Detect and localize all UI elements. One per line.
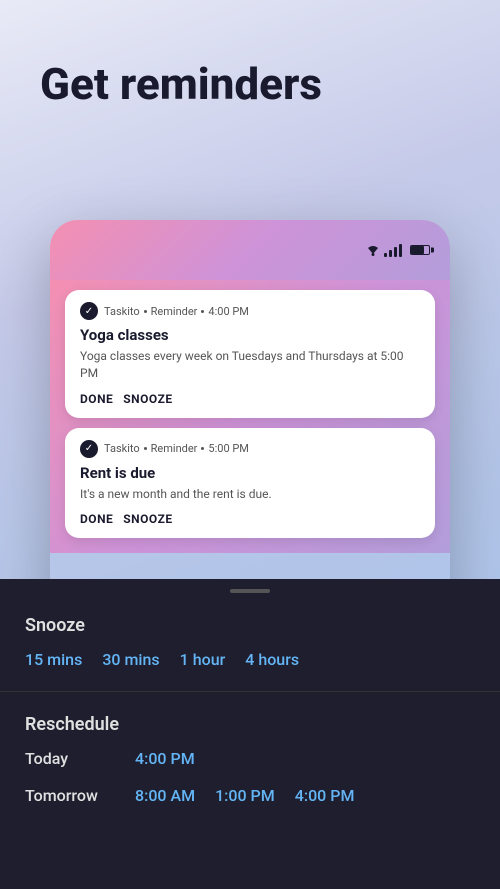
reschedule-times-tomorrow: 8:00 AM 1:00 PM 4:00 PM [135, 786, 354, 805]
wifi-icon [366, 244, 380, 256]
notification-card: ✓ Taskito Reminder 4:00 PM Yoga classes … [65, 290, 435, 418]
snooze-button[interactable]: SNOOZE [123, 512, 172, 526]
snooze-button[interactable]: SNOOZE [123, 392, 172, 406]
snooze-1hour[interactable]: 1 hour [180, 650, 226, 669]
done-button[interactable]: DONE [80, 512, 113, 526]
notification-header: ✓ Taskito Reminder 4:00 PM [80, 302, 420, 320]
notification-actions: DONE SNOOZE [80, 392, 420, 406]
notification-meta: Taskito Reminder 5:00 PM [104, 442, 249, 455]
tomorrow-time-2[interactable]: 1:00 PM [215, 786, 275, 805]
today-time-1[interactable]: 4:00 PM [135, 749, 195, 768]
notification-body: Yoga classes every week on Tuesdays and … [80, 348, 420, 382]
reschedule-row-tomorrow: Tomorrow 8:00 AM 1:00 PM 4:00 PM [25, 786, 475, 805]
tomorrow-time-3[interactable]: 4:00 PM [295, 786, 355, 805]
notif-type: Reminder [151, 442, 198, 455]
snooze-4hours[interactable]: 4 hours [245, 650, 299, 669]
snooze-15mins[interactable]: 15 mins [25, 650, 82, 669]
notification-body: It's a new month and the rent is due. [80, 486, 420, 503]
notification-title: Yoga classes [80, 326, 420, 344]
notification-actions: DONE SNOOZE [80, 512, 420, 526]
check-icon: ✓ [80, 440, 98, 458]
reschedule-day-tomorrow: Tomorrow [25, 786, 135, 805]
snooze-options: 15 mins 30 mins 1 hour 4 hours [25, 650, 475, 669]
snooze-title: Snooze [25, 615, 475, 636]
done-button[interactable]: DONE [80, 392, 113, 406]
tomorrow-time-1[interactable]: 8:00 AM [135, 786, 195, 805]
reschedule-times-today: 4:00 PM [135, 749, 195, 768]
notif-time: 4:00 PM [208, 305, 248, 318]
signal-icon [384, 243, 402, 257]
app-name: Taskito [104, 442, 140, 455]
notification-card: ✓ Taskito Reminder 5:00 PM Rent is due I… [65, 428, 435, 539]
reschedule-day-today: Today [25, 749, 135, 768]
snooze-section: Snooze 15 mins 30 mins 1 hour 4 hours [0, 603, 500, 681]
reschedule-title: Reschedule [25, 714, 475, 735]
notification-meta: Taskito Reminder 4:00 PM [104, 305, 249, 318]
header: Get reminders [0, 0, 500, 128]
notification-title: Rent is due [80, 464, 420, 482]
battery-icon [410, 245, 430, 255]
app-name: Taskito [104, 305, 140, 318]
notifications-area: ✓ Taskito Reminder 4:00 PM Yoga classes … [50, 280, 450, 553]
page-title: Get reminders [40, 60, 460, 108]
notif-type: Reminder [151, 305, 198, 318]
status-icons [366, 243, 430, 257]
section-divider [0, 691, 500, 692]
sheet-handle [230, 589, 270, 593]
reschedule-row-today: Today 4:00 PM [25, 749, 475, 768]
reschedule-section: Reschedule Today 4:00 PM Tomorrow 8:00 A… [0, 702, 500, 817]
bottom-sheet: Snooze 15 mins 30 mins 1 hour 4 hours Re… [0, 579, 500, 889]
notification-header: ✓ Taskito Reminder 5:00 PM [80, 440, 420, 458]
notif-time: 5:00 PM [208, 442, 248, 455]
status-bar [50, 220, 450, 280]
phone-mockup: ✓ Taskito Reminder 4:00 PM Yoga classes … [50, 220, 450, 640]
check-icon: ✓ [80, 302, 98, 320]
snooze-30mins[interactable]: 30 mins [102, 650, 159, 669]
reschedule-rows: Today 4:00 PM Tomorrow 8:00 AM 1:00 PM 4… [25, 749, 475, 805]
